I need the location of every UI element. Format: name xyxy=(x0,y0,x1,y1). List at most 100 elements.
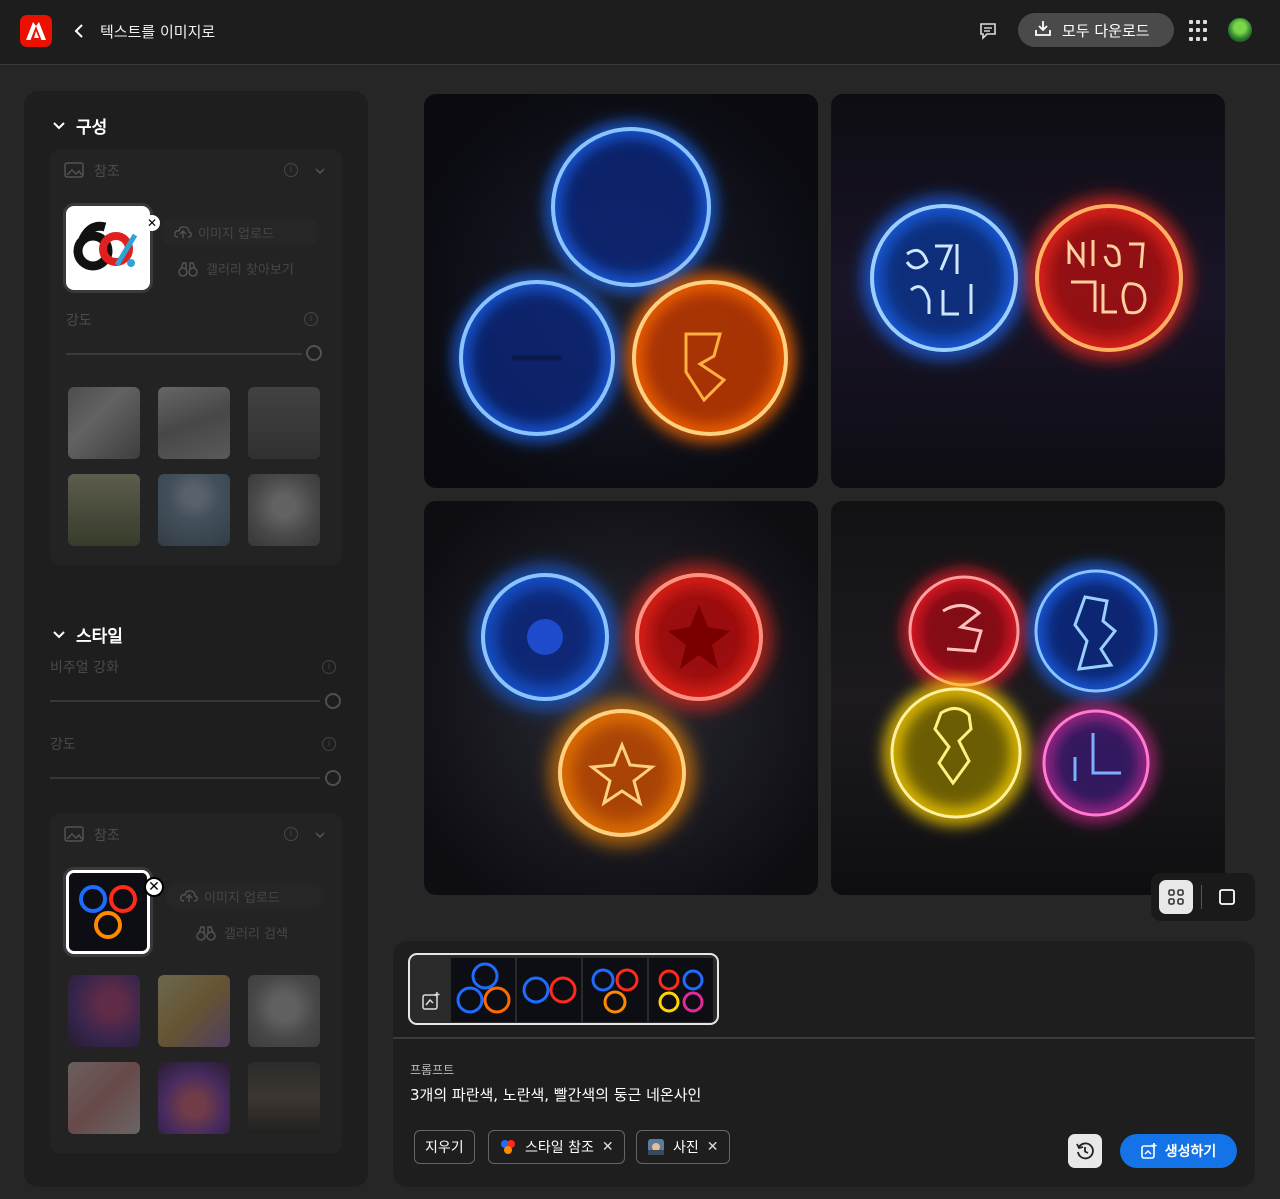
generation-history-strip[interactable] xyxy=(408,953,719,1025)
remove-chip-icon[interactable]: ✕ xyxy=(602,1139,614,1155)
chevron-down-icon xyxy=(53,121,65,129)
style-reference-chip-label: 스타일 참조 xyxy=(525,1140,594,1156)
feedback-icon[interactable] xyxy=(976,19,1000,43)
visual-intensity-slider-track[interactable] xyxy=(50,700,320,702)
reference-logo-image xyxy=(73,221,138,271)
upload-image-button[interactable]: 이미지 업로드 xyxy=(160,219,320,245)
gallery-thumbnail[interactable] xyxy=(158,1062,230,1134)
style-strength-label: 강도 xyxy=(50,737,76,753)
history-thumbnail-4[interactable] xyxy=(649,958,713,1022)
user-avatar[interactable] xyxy=(1226,16,1254,44)
gallery-thumbnail[interactable] xyxy=(158,975,230,1047)
grid-view-button[interactable] xyxy=(1159,880,1193,914)
history-thumbnail-1[interactable] xyxy=(451,958,515,1022)
app-header: 텍스트를 이미지로 모두 다운로드 xyxy=(0,0,1280,65)
download-icon xyxy=(1034,19,1052,41)
adobe-logo-icon[interactable] xyxy=(20,15,52,47)
info-icon[interactable]: i xyxy=(322,660,336,674)
photo-chip[interactable]: 사진 ✕ xyxy=(636,1130,730,1164)
composition-reference-thumbnail[interactable] xyxy=(66,206,150,290)
history-icon xyxy=(1076,1142,1094,1160)
style-reference-icon xyxy=(501,1140,515,1154)
gallery-thumbnail[interactable] xyxy=(68,1062,140,1134)
gallery-thumbnail[interactable] xyxy=(158,387,230,459)
settings-panel: 구성 참조 i ✕ 이미지 업로드 갤러리 찾아보기 강도 i 스타일 비주얼 … xyxy=(24,91,368,1187)
view-toggle xyxy=(1151,873,1255,921)
style-heading: 스타일 xyxy=(76,627,123,647)
composition-reference-box: 참조 i ✕ 이미지 업로드 갤러리 찾아보기 강도 i xyxy=(50,149,342,565)
style-reference-box: 참조 i ✕ 이미지 업로드 갤러리 검색 xyxy=(50,813,342,1153)
remove-chip-icon[interactable]: ✕ xyxy=(707,1139,719,1155)
gallery-thumbnail[interactable] xyxy=(68,975,140,1047)
info-icon[interactable]: i xyxy=(284,163,298,177)
photo-icon xyxy=(648,1139,664,1155)
back-arrow-icon[interactable] xyxy=(70,19,88,43)
composition-heading: 구성 xyxy=(76,118,108,138)
gallery-thumbnail[interactable] xyxy=(248,1062,320,1134)
generated-image-3[interactable] xyxy=(424,501,818,895)
style-reference-neon-image xyxy=(69,873,147,951)
cloud-upload-icon xyxy=(180,890,198,902)
style-reference-chip[interactable]: 스타일 참조 ✕ xyxy=(488,1130,625,1164)
prompt-divider xyxy=(393,1037,1255,1039)
visual-intensity-label: 비주얼 강화 xyxy=(50,660,119,676)
download-all-label: 모두 다운로드 xyxy=(1062,21,1150,40)
composition-strength-label: 강도 xyxy=(66,313,92,329)
reference-image-icon xyxy=(64,826,84,842)
visual-intensity-slider-knob[interactable] xyxy=(325,693,341,709)
history-button[interactable] xyxy=(1068,1134,1102,1168)
binoculars-icon xyxy=(196,925,216,941)
style-reference-thumbnail[interactable] xyxy=(66,870,150,954)
composition-strength-slider-track[interactable] xyxy=(66,353,302,355)
generate-button[interactable]: 생성하기 xyxy=(1120,1134,1237,1168)
composition-section-header[interactable]: 구성 xyxy=(52,113,107,138)
info-icon[interactable]: i xyxy=(304,312,318,326)
prompt-panel: 프롬프트 3개의 파란색, 노란색, 빨간색의 둥근 네온사인 지우기 스타일 … xyxy=(393,941,1255,1187)
gallery-search-link[interactable]: 갤러리 검색 xyxy=(196,923,288,942)
generated-image-2[interactable] xyxy=(831,94,1225,488)
composition-reference-label: 참조 xyxy=(64,161,120,181)
clear-label: 지우기 xyxy=(425,1140,464,1156)
chevron-down-icon xyxy=(53,630,65,638)
new-generation-icon[interactable] xyxy=(420,990,442,1012)
single-view-button[interactable] xyxy=(1210,880,1244,914)
chevron-down-icon[interactable] xyxy=(314,165,326,177)
info-icon[interactable]: i xyxy=(322,737,336,751)
gallery-thumbnail[interactable] xyxy=(68,387,140,459)
generated-image-1[interactable] xyxy=(424,94,818,488)
grid-view-icon xyxy=(1168,889,1184,905)
download-all-button[interactable]: 모두 다운로드 xyxy=(1018,13,1174,47)
clear-button[interactable]: 지우기 xyxy=(414,1130,475,1164)
binoculars-icon xyxy=(178,261,198,277)
gallery-thumbnail[interactable] xyxy=(248,975,320,1047)
cloud-upload-icon xyxy=(174,226,192,238)
generate-label: 생성하기 xyxy=(1164,1144,1217,1160)
view-toggle-divider xyxy=(1201,885,1202,909)
page-title: 텍스트를 이미지로 xyxy=(100,23,216,41)
reference-image-icon xyxy=(64,162,84,178)
upload-image-button[interactable]: 이미지 업로드 xyxy=(166,883,324,909)
prompt-label: 프롬프트 xyxy=(410,1063,455,1077)
photo-chip-label: 사진 xyxy=(673,1140,699,1156)
history-thumbnail-3[interactable] xyxy=(583,958,647,1022)
info-icon[interactable]: i xyxy=(284,827,298,841)
style-strength-slider-knob[interactable] xyxy=(325,770,341,786)
gallery-thumbnail[interactable] xyxy=(248,474,320,546)
generate-icon xyxy=(1140,1143,1157,1159)
browse-gallery-link[interactable]: 갤러리 찾아보기 xyxy=(178,259,294,278)
gallery-thumbnail[interactable] xyxy=(68,474,140,546)
generated-image-4[interactable] xyxy=(831,501,1225,895)
style-strength-slider-track[interactable] xyxy=(50,777,320,779)
single-view-icon xyxy=(1219,889,1235,905)
remove-style-reference-icon[interactable]: ✕ xyxy=(144,877,164,897)
composition-strength-slider-knob[interactable] xyxy=(306,345,322,361)
gallery-thumbnail[interactable] xyxy=(248,387,320,459)
style-reference-label: 참조 xyxy=(64,825,120,845)
prompt-input[interactable]: 3개의 파란색, 노란색, 빨간색의 둥근 네온사인 xyxy=(410,1084,701,1105)
history-thumbnail-2[interactable] xyxy=(517,958,581,1022)
remove-reference-icon[interactable]: ✕ xyxy=(144,215,160,231)
style-section-header[interactable]: 스타일 xyxy=(52,622,123,647)
gallery-thumbnail[interactable] xyxy=(158,474,230,546)
apps-grid-icon[interactable] xyxy=(1189,20,1211,42)
chevron-down-icon[interactable] xyxy=(314,829,326,841)
